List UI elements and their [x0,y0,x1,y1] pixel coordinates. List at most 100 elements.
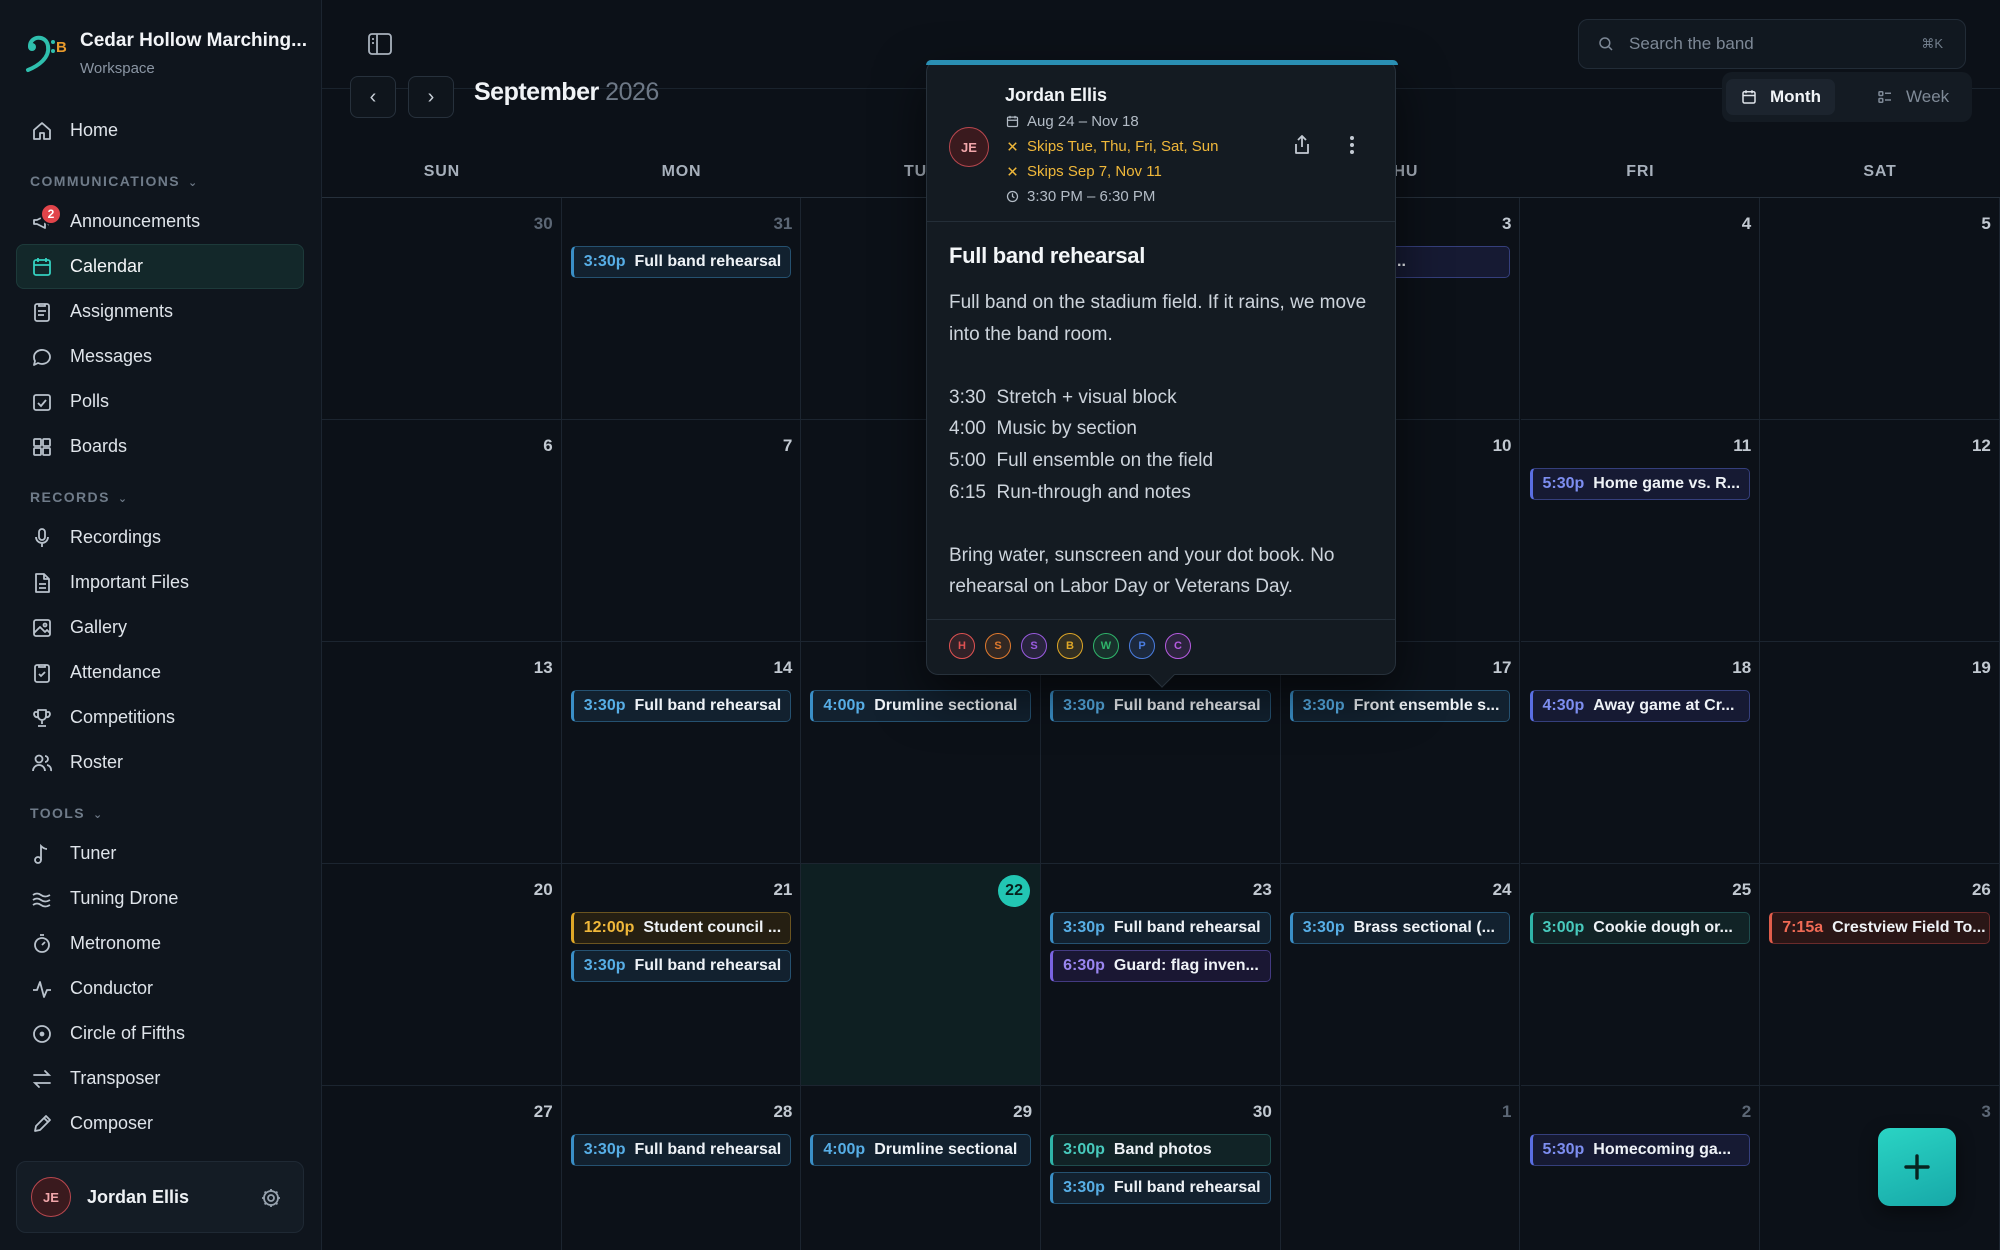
day-cell[interactable]: 26 7:15a Crestview Field To... [1760,864,2000,1086]
day-cell[interactable]: 20 [322,864,562,1086]
section-chip[interactable]: H [949,633,975,659]
event-chip[interactable]: 3:30p Full band rehearsal [1050,690,1271,722]
day-cell[interactable]: 6 [322,420,562,642]
day-cell[interactable]: 28 3:30p Full band rehearsal [562,1086,802,1250]
section-chip[interactable]: S [1021,633,1047,659]
event-popover: JE Jordan Ellis Aug 24 – Nov 18 Skips Tu… [926,60,1398,688]
sidebar-item-conductor[interactable]: Conductor [16,966,304,1011]
event-chip[interactable]: 3:30p Full band rehearsal [570,690,792,722]
popover-divider [927,619,1395,620]
event-chip[interactable]: 3:30p Full band rehearsal [570,950,792,982]
sidebar-item-circle-of-fifths[interactable]: Circle of Fifths [16,1011,304,1056]
section-chip[interactable]: B [1057,633,1083,659]
prev-month-button[interactable]: ‹ [350,76,396,118]
day-cell[interactable]: 29 4:00p Drumline sectional [801,1086,1042,1250]
current-user[interactable]: JE Jordan Ellis [16,1161,304,1233]
day-cell[interactable]: 11 5:30p Home game vs. R... [1520,420,1761,642]
day-cell[interactable]: 22 [801,864,1042,1086]
section-chip[interactable]: S [985,633,1011,659]
sidebar-item-assignments[interactable]: Assignments [16,289,304,334]
date-number: 21 [773,880,793,899]
event-chip[interactable]: 3:30p Full band rehearsal [570,246,792,278]
add-event-button[interactable] [1878,1128,1956,1206]
sidebar-item-composer[interactable]: Composer [16,1101,304,1146]
day-cell[interactable]: 5 [1760,198,2000,420]
section-records[interactable]: RECORDS ⌄ [16,469,304,515]
day-cell[interactable]: 21 12:00p Student council ... 3:30p Full ban… [561,864,802,1086]
event-chip[interactable]: 3:30p Brass sectional (... [1289,912,1511,944]
sidebar-item-label: Recordings [70,527,162,547]
event-chip[interactable]: 3:00p Band photos [1050,1134,1271,1166]
event-chip[interactable]: 3:00p Cookie dough or... [1529,912,1751,944]
section-communications[interactable]: COMMUNICATIONS ⌄ [16,153,304,199]
sidebar-item-roster[interactable]: Roster [16,740,304,785]
sidebar-item-polls[interactable]: Polls [16,379,304,424]
event-chip[interactable]: 3:30p Full band rehearsal [570,1134,792,1166]
workspace-switcher[interactable]: B Cedar Hollow Marching... Workspace [22,30,307,77]
day-cell[interactable]: 4 [1520,198,1761,420]
day-cell[interactable]: 24 3:30p Brass sectional (... [1280,864,1521,1086]
search-bar[interactable]: Search the band ⌘K [1578,19,1966,69]
search-input[interactable]: Search the band [1629,34,1754,54]
sidebar-item-label: Composer [70,1113,154,1133]
sidebar-item-tuner[interactable]: Tuner [16,831,304,876]
event-title: Full band rehearsal [949,243,1146,268]
event-chip[interactable]: 3:30p Full band rehearsal [1050,912,1271,944]
sidebar-item-metronome[interactable]: Metronome [16,921,304,966]
section-chip[interactable]: P [1129,633,1155,659]
day-cell[interactable]: 13 [322,642,562,864]
sidebar-item-tuning-drone[interactable]: Tuning Drone [16,876,304,921]
sidebar-item-gallery[interactable]: Gallery [16,605,304,650]
day-cell[interactable]: 31 3:30p Full band rehearsal [561,198,802,420]
sidebar-item-messages[interactable]: Messages [16,334,304,379]
sidebar-item-announcements[interactable]: 2 Announcements [16,199,304,244]
event-chip[interactable]: 5:30p Homecoming ga... [1529,1134,1751,1166]
section-chip[interactable]: C [1165,633,1191,659]
sidebar-item-transposer[interactable]: Transposer [16,1056,304,1101]
date-number: 20 [533,880,553,899]
day-cell[interactable]: 30 3:00p Band photos 3:30p Full band rehears… [1041,1086,1281,1250]
sidebar-toggle-icon[interactable] [366,30,394,58]
sidebar-item-attendance[interactable]: Attendance [16,650,304,695]
day-cell[interactable]: 19 [1760,642,2000,864]
day-cell[interactable]: 12 [1760,420,2000,642]
day-cell[interactable]: 25 3:00p Cookie dough or... [1520,864,1761,1086]
day-cell[interactable]: 154:00pDrumline sectional [801,642,1042,864]
view-week-button[interactable]: Week [1862,79,1963,115]
event-chip[interactable]: 4:00p Drumline sectional [810,1134,1032,1166]
event-chip[interactable]: 7:15a Crestview Field To... [1769,912,1990,944]
day-cell[interactable]: 30 [322,198,562,420]
day-cell[interactable]: 17 3:30p Front ensemble s... [1280,642,1521,864]
event-chip[interactable]: 4:30p Away game at Cr... [1529,690,1751,722]
sidebar-item-home[interactable]: Home [16,108,304,153]
day-cell[interactable]: 2 5:30p Homecoming ga... [1521,1086,1761,1250]
event-chip[interactable]: 6:30p Guard: flag inven... [1050,950,1271,982]
sidebar-item-calendar[interactable]: Calendar [16,244,304,289]
day-cell[interactable]: 7 [561,420,802,642]
sidebar-item-competitions[interactable]: Competitions [16,695,304,740]
event-chip[interactable]: 5:30p Home game vs. R... [1529,468,1751,500]
date-number: 13 [533,658,553,677]
day-cell[interactable]: 1 [1281,1086,1521,1250]
day-cell[interactable]: 27 [322,1086,562,1250]
view-month-button[interactable]: Month [1726,79,1835,115]
sidebar-item-recordings[interactable]: Recordings [16,515,304,560]
next-month-button[interactable]: › [408,76,454,118]
sidebar-item-boards[interactable]: Boards [16,424,304,469]
event-title: Drumline sectional [874,697,1018,714]
event-title: Home game vs. R... [1593,475,1741,492]
schedule-item: Full ensemble on the field [996,449,1214,471]
event-chip[interactable]: 3:30p Full band rehearsal [1050,1172,1271,1204]
day-cell[interactable]: 18 4:30p Away game at Cr... [1520,642,1761,864]
day-cell[interactable]: 14 3:30p Full band rehearsal [561,642,802,864]
event-chip[interactable]: 4:00p Drumline sectional [810,690,1032,722]
section-tools[interactable]: TOOLS ⌄ [16,785,304,831]
sidebar-item-important-files[interactable]: Important Files [16,560,304,605]
more-options-icon[interactable] [1340,133,1364,157]
gear-icon[interactable] [259,1186,283,1210]
event-chip[interactable]: 3:30p Front ensemble s... [1289,690,1511,722]
section-chip[interactable]: W [1093,633,1119,659]
event-chip[interactable]: 12:00p Student council ... [570,912,792,944]
share-icon[interactable] [1290,133,1314,157]
day-cell[interactable]: 23 3:30p Full band rehearsal 6:30p Guard: fl… [1041,864,1281,1086]
